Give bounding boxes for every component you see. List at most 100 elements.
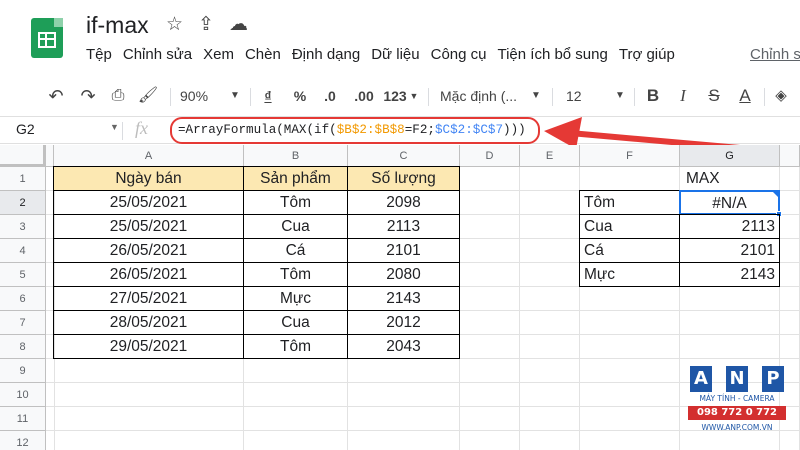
menu-file[interactable]: Tệp (86, 46, 112, 68)
cell[interactable] (680, 311, 780, 335)
table-header-cell[interactable]: Sản phẩm (243, 166, 348, 191)
summary-product-cell[interactable]: Cua (579, 214, 680, 239)
summary-product-cell[interactable]: Cá (579, 238, 680, 263)
cell[interactable] (460, 191, 520, 215)
table-cell-quantity[interactable]: 2113 (347, 214, 460, 239)
table-cell-product[interactable]: Tôm (243, 334, 348, 359)
cell[interactable] (460, 335, 520, 359)
cell[interactable] (460, 311, 520, 335)
cell[interactable] (520, 191, 580, 215)
cell[interactable] (680, 335, 780, 359)
select-all-corner[interactable] (0, 145, 46, 167)
number-format-button[interactable]: 123 (382, 84, 408, 108)
formula-input[interactable]: =ArrayFormula(MAX(if($B$2:$B$8=F2;$C$2:$… (170, 117, 540, 144)
menu-data[interactable]: Dữ liệu (371, 46, 419, 68)
cell[interactable] (780, 215, 800, 239)
last-edit-link[interactable]: Chỉnh s (750, 46, 800, 63)
number-format-chevron-icon[interactable]: ▼ (408, 84, 420, 108)
table-cell-date[interactable]: 25/05/2021 (53, 214, 244, 239)
italic-button[interactable]: I (672, 84, 694, 108)
sheets-logo-icon[interactable] (31, 18, 63, 58)
fill-color-icon[interactable]: ◈ (770, 84, 792, 108)
summary-max-cell[interactable]: 2101 (679, 238, 780, 263)
cell[interactable] (54, 431, 244, 450)
name-box-chevron-icon[interactable]: ▼ (110, 122, 119, 132)
cell[interactable] (460, 383, 520, 407)
column-header-f[interactable]: F (580, 145, 680, 167)
cell[interactable] (348, 359, 460, 383)
cell[interactable] (580, 335, 680, 359)
cell[interactable] (520, 215, 580, 239)
row-header-7[interactable]: 7 (0, 311, 46, 335)
table-cell-product[interactable]: Cua (243, 310, 348, 335)
cell[interactable] (580, 359, 680, 383)
table-header-cell[interactable]: Ngày bán (53, 166, 244, 191)
cell[interactable] (780, 335, 800, 359)
row-header-11[interactable]: 11 (0, 407, 46, 431)
table-cell-date[interactable]: 26/05/2021 (53, 238, 244, 263)
summary-product-cell[interactable]: Tôm (579, 190, 680, 215)
row-header-12[interactable]: 12 (0, 431, 46, 450)
cell[interactable] (580, 287, 680, 311)
table-cell-quantity[interactable]: 2098 (347, 190, 460, 215)
table-cell-quantity[interactable]: 2143 (347, 286, 460, 311)
cell[interactable] (460, 215, 520, 239)
cell[interactable] (520, 167, 580, 191)
menu-addons[interactable]: Tiện ích bổ sung (497, 46, 607, 68)
cell[interactable] (580, 383, 680, 407)
table-cell-date[interactable]: 27/05/2021 (53, 286, 244, 311)
table-cell-date[interactable]: 28/05/2021 (53, 310, 244, 335)
column-header-d[interactable]: D (460, 145, 520, 167)
format-currency-button[interactable]: ₫ (258, 84, 278, 108)
font-family-select[interactable]: Mặc định (... (440, 84, 530, 108)
table-cell-quantity[interactable]: 2101 (347, 238, 460, 263)
cell[interactable] (520, 383, 580, 407)
cell[interactable] (780, 311, 800, 335)
summary-product-cell[interactable]: Mực (579, 262, 680, 287)
row-header-8[interactable]: 8 (0, 335, 46, 359)
document-title[interactable]: if-max (86, 12, 149, 39)
cell[interactable] (460, 167, 520, 191)
menu-tools[interactable]: Công cụ (431, 46, 487, 68)
strikethrough-button[interactable]: S (703, 84, 725, 108)
max-header-cell[interactable]: MAX (680, 167, 780, 191)
table-cell-product[interactable]: Tôm (243, 262, 348, 287)
redo-icon[interactable]: ↷ (76, 84, 100, 108)
bold-button[interactable]: B (642, 84, 664, 108)
move-to-drive-icon[interactable]: ⇪ (198, 14, 214, 36)
cell[interactable] (780, 263, 800, 287)
table-cell-quantity[interactable]: 2012 (347, 310, 460, 335)
row-header-5[interactable]: 5 (0, 263, 46, 287)
cell[interactable] (460, 431, 520, 450)
cell[interactable] (780, 167, 800, 191)
cell[interactable] (460, 407, 520, 431)
undo-icon[interactable]: ↶ (44, 84, 68, 108)
text-color-button[interactable]: A (734, 84, 756, 108)
menu-format[interactable]: Định dạng (292, 46, 360, 68)
name-box[interactable]: G2 (16, 121, 35, 137)
cell[interactable] (520, 239, 580, 263)
cell[interactable] (460, 239, 520, 263)
font-size-select[interactable]: 12 (566, 84, 596, 108)
row-header-6[interactable]: 6 (0, 287, 46, 311)
cell[interactable] (460, 263, 520, 287)
column-header-a[interactable]: A (54, 145, 244, 167)
summary-max-cell[interactable]: 2113 (679, 214, 780, 239)
cell[interactable] (244, 359, 348, 383)
cell[interactable] (54, 383, 244, 407)
format-percent-button[interactable]: % (290, 84, 310, 108)
cell[interactable] (780, 287, 800, 311)
menu-insert[interactable]: Chèn (245, 46, 281, 68)
cell[interactable] (780, 191, 800, 215)
row-header-10[interactable]: 10 (0, 383, 46, 407)
table-cell-date[interactable]: 25/05/2021 (53, 190, 244, 215)
cell[interactable] (780, 239, 800, 263)
column-header-e[interactable]: E (520, 145, 580, 167)
star-icon[interactable]: ☆ (166, 14, 183, 36)
paint-format-icon[interactable]: 🖌 (136, 84, 160, 108)
selected-cell-g2[interactable]: #N/A (679, 190, 780, 215)
increase-decimal-button[interactable]: .00 (350, 84, 378, 108)
cell[interactable] (580, 167, 680, 191)
summary-max-cell[interactable]: 2143 (679, 262, 780, 287)
cell[interactable] (520, 431, 580, 450)
